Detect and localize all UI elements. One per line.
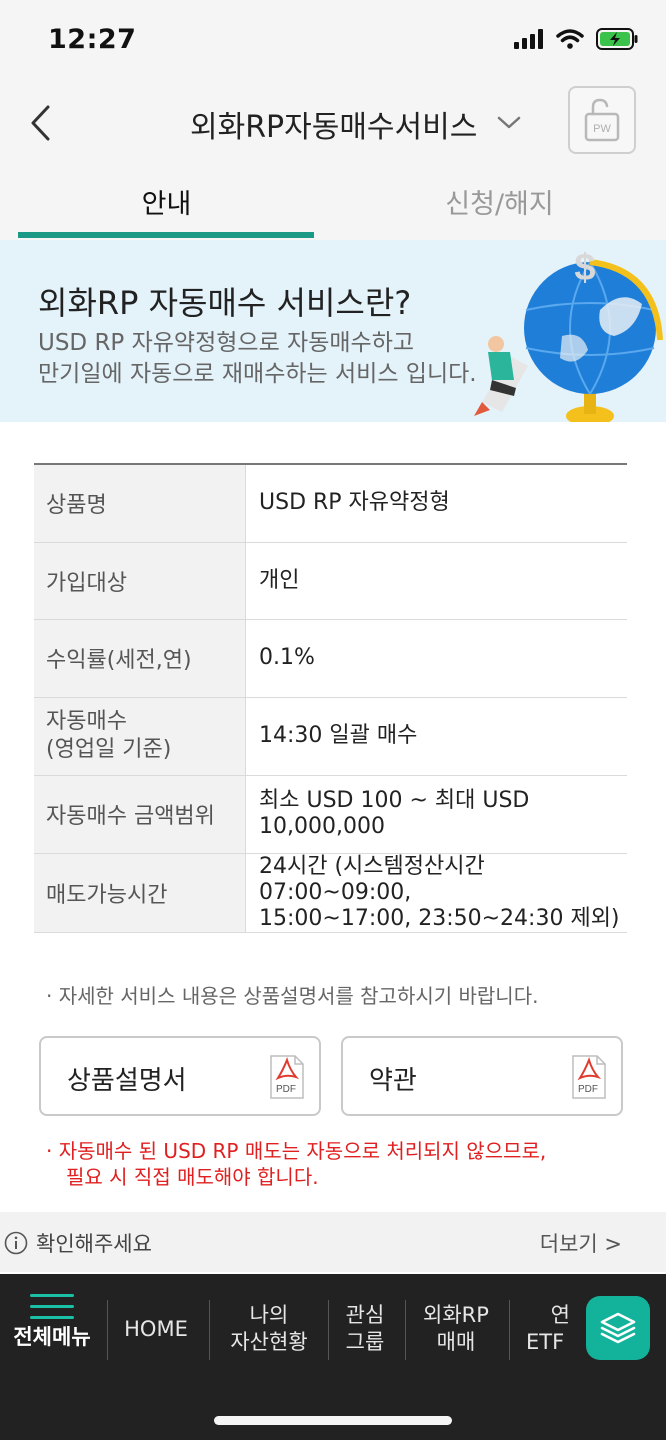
bottom-navigation: 전체메뉴 HOME 나의 자산현황 관심 그룹 외화RP 매매 연 ETF	[0, 1274, 666, 1440]
tab-apply-cancel[interactable]: 신청/해지	[333, 182, 666, 221]
warning-line2: 필요 시 직접 매도해야 합니다.	[66, 1165, 319, 1189]
nav-my-assets-line2: 자산현황	[230, 1330, 308, 1354]
info-icon	[4, 1231, 28, 1255]
product-description-button[interactable]: 상품설명서 PDF	[39, 1036, 321, 1116]
row-value-sell-hours: 24시간 (시스템정산시간 07:00~09:00, 15:00~17:00, …	[245, 853, 627, 933]
table-row: 상품명 USD RP 자유약정형	[34, 464, 627, 543]
notice-bar: 확인해주세요 더보기 >	[0, 1212, 666, 1272]
status-bar: 12:27	[0, 0, 666, 80]
chevron-left-icon	[31, 105, 50, 141]
row-label-product-name: 상품명	[34, 464, 246, 543]
confirm-notice[interactable]: 확인해주세요	[4, 1228, 152, 1258]
row-label-amount-range: 자동매수 금액범위	[34, 775, 246, 854]
table-row: 수익률(세전,연) 0.1%	[34, 619, 627, 698]
nav-separator	[405, 1300, 406, 1360]
terms-label: 약관	[369, 1066, 417, 1096]
banner-desc-line2: 만기일에 자동으로 재매수하는 서비스 입니다.	[38, 361, 477, 387]
row-label-auto-buy-line1: 자동매수	[46, 709, 127, 734]
nav-watch-group-line2: 그룹	[345, 1330, 385, 1354]
hamburger-menu-icon	[30, 1294, 74, 1319]
nav-separator	[328, 1300, 329, 1360]
header-bar: 외화RP자동매수서비스 PW	[0, 80, 666, 168]
wifi-icon	[556, 29, 584, 49]
row-label-auto-buy: 자동매수 (영업일 기준)	[34, 697, 246, 776]
service-banner: 외화RP 자동매수 서비스란? USD RP 자유약정형으로 자동매수하고 만기…	[0, 240, 666, 422]
banner-title: 외화RP 자동매수 서비스란?	[38, 284, 412, 322]
row-value-eligibility: 개인	[245, 542, 627, 620]
nav-separator	[209, 1300, 210, 1360]
row-value-product-name: USD RP 자유약정형	[245, 464, 627, 543]
tab-info[interactable]: 안내	[0, 182, 333, 221]
row-label-yield: 수익률(세전,연)	[34, 619, 246, 698]
battery-icon	[596, 28, 638, 50]
lock-icon: PW	[584, 98, 620, 142]
product-description-label: 상품설명서	[67, 1066, 187, 1096]
warning-line1: · 자동매수 된 USD RP 매도는 자동으로 처리되지 않으므로,	[46, 1139, 547, 1163]
row-value-sell-hours-line2: 15:00~17:00, 23:50~24:30 제외)	[259, 905, 620, 931]
dollar-sign-art: $	[574, 247, 595, 289]
confirm-label: 확인해주세요	[36, 1232, 152, 1256]
nav-all-menu-label: 전체메뉴	[13, 1325, 91, 1349]
home-indicator	[214, 1416, 452, 1425]
nav-my-assets-line1: 나의	[249, 1303, 289, 1327]
nav-fx-rp-trade-line1: 외화RP	[423, 1303, 489, 1327]
table-row: 자동매수 (영업일 기준) 14:30 일괄 매수	[34, 697, 627, 776]
row-value-amount-range: 최소 USD 100 ~ 최대 USD 10,000,000	[245, 775, 627, 854]
status-time: 12:27	[48, 24, 137, 55]
nav-fx-rp-trade-line2: 매매	[436, 1330, 476, 1354]
pdf-icon: PDF	[270, 1055, 304, 1099]
nav-fx-rp-trade[interactable]: 외화RP 매매	[410, 1302, 502, 1356]
nav-home[interactable]: HOME	[110, 1316, 202, 1343]
nav-all-menu[interactable]: 전체메뉴	[6, 1294, 98, 1351]
password-lock-button[interactable]: PW	[568, 86, 636, 154]
row-label-sell-hours: 매도가능시간	[34, 853, 246, 933]
chevron-down-icon[interactable]	[495, 110, 523, 134]
table-row: 자동매수 금액범위 최소 USD 100 ~ 최대 USD 10,000,000	[34, 775, 627, 854]
terms-button[interactable]: 약관 PDF	[341, 1036, 623, 1116]
layers-icon	[600, 1312, 636, 1344]
nav-etf-line1: 연	[550, 1303, 570, 1327]
row-label-auto-buy-line2: (영업일 기준)	[46, 737, 172, 762]
back-button[interactable]	[20, 98, 60, 148]
table-row: 매도가능시간 24시간 (시스템정산시간 07:00~09:00, 15:00~…	[34, 853, 627, 933]
warning-message: · 자동매수 된 USD RP 매도는 자동으로 처리되지 않으므로, 필요 시…	[46, 1138, 546, 1190]
tab-bar: 안내 신청/해지	[0, 168, 666, 240]
nav-watch-group[interactable]: 관심 그룹	[332, 1302, 398, 1356]
pw-label: PW	[593, 123, 611, 135]
banner-description: USD RP 자유약정형으로 자동매수하고 만기일에 자동으로 재매수하는 서비…	[38, 328, 477, 390]
nav-my-assets[interactable]: 나의 자산현황	[214, 1302, 324, 1356]
banner-desc-line1: USD RP 자유약정형으로 자동매수하고	[38, 330, 415, 356]
table-row: 가입대상 개인	[34, 542, 627, 620]
status-icons	[514, 28, 638, 50]
pdf-icon: PDF	[572, 1055, 606, 1099]
globe-illustration: $	[474, 247, 663, 422]
row-value-sell-hours-line1: 24시간 (시스템정산시간 07:00~09:00,	[259, 853, 485, 905]
row-value-yield: 0.1%	[245, 619, 627, 698]
pdf-label: PDF	[276, 1084, 296, 1095]
layers-fab-button[interactable]	[586, 1296, 650, 1360]
nav-etf[interactable]: 연 ETF	[518, 1302, 574, 1356]
nav-separator	[509, 1300, 510, 1360]
service-note: · 자세한 서비스 내용은 상품설명서를 참고하시기 바랍니다.	[46, 984, 539, 1008]
signal-icon	[514, 29, 543, 49]
row-label-eligibility: 가입대상	[34, 542, 246, 620]
nav-etf-line2: ETF	[526, 1330, 565, 1354]
nav-watch-group-line1: 관심	[345, 1303, 385, 1327]
nav-separator	[107, 1300, 108, 1360]
pdf-label: PDF	[578, 1084, 598, 1095]
page-title[interactable]: 외화RP자동매수서비스	[190, 102, 477, 146]
product-info-table: 상품명 USD RP 자유약정형 가입대상 개인 수익률(세전,연) 0.1% …	[34, 463, 627, 933]
more-link[interactable]: 더보기 >	[540, 1228, 622, 1258]
row-value-auto-buy: 14:30 일괄 매수	[245, 697, 627, 776]
tab-active-indicator	[18, 232, 314, 238]
